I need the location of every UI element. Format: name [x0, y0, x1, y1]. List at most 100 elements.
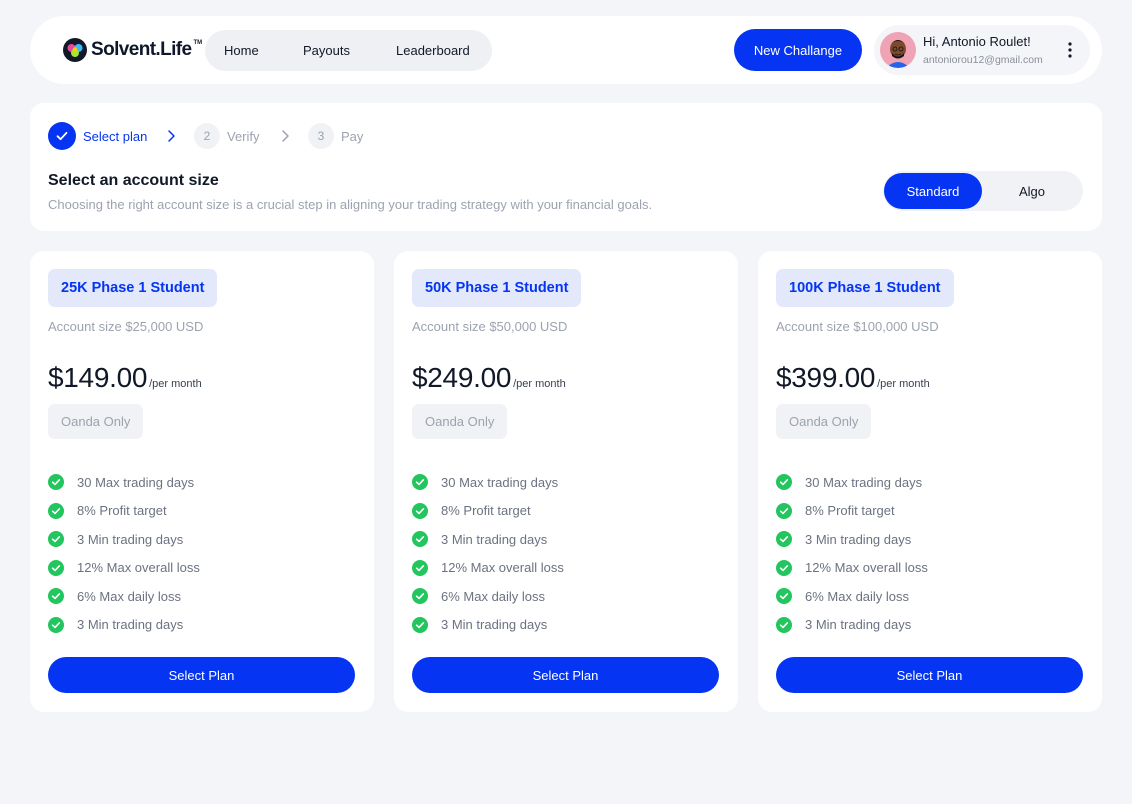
check-circle-icon: [48, 588, 64, 605]
feature-label: 12% Max overall loss: [77, 560, 200, 576]
section-title: Select an account size: [48, 172, 219, 189]
list-item: 30 Max trading days: [48, 468, 200, 497]
plan-card-50k: 50K Phase 1 Student Account size $50,000…: [394, 251, 738, 712]
check-circle-icon: [412, 531, 428, 548]
main-nav: Home Payouts Leaderboard: [205, 30, 492, 71]
feature-label: 6% Max daily loss: [805, 588, 910, 604]
account-size: Account size $100,000 USD: [776, 319, 939, 334]
list-item: 30 Max trading days: [412, 468, 564, 497]
new-challenge-button[interactable]: New Challange: [734, 29, 862, 71]
list-item: 12% Max overall loss: [48, 554, 200, 583]
check-circle-icon: [776, 502, 792, 519]
check-circle-icon: [412, 474, 428, 491]
list-item: 3 Min trading days: [48, 525, 200, 554]
list-item: 6% Max daily loss: [48, 582, 200, 611]
feature-label: 3 Min trading days: [441, 531, 548, 547]
check-circle-icon: [48, 531, 64, 548]
plan-price: $149.00: [48, 362, 148, 393]
nav-item-payouts[interactable]: Payouts: [303, 43, 350, 58]
plan-card-100k: 100K Phase 1 Student Account size $100,0…: [758, 251, 1102, 712]
check-icon: [48, 122, 76, 150]
check-circle-icon: [48, 474, 64, 491]
step-number: 2: [194, 123, 220, 149]
price-row: $399.00 /per month: [776, 362, 930, 394]
check-circle-icon: [776, 474, 792, 491]
list-item: 6% Max daily loss: [776, 582, 928, 611]
broker-chip: Oanda Only: [776, 404, 872, 439]
list-item: 3 Min trading days: [776, 525, 928, 554]
select-plan-button[interactable]: Select Plan: [412, 657, 719, 693]
brand-logo[interactable]: Solvent.Life TM: [63, 38, 202, 62]
select-plan-button[interactable]: Select Plan: [776, 657, 1083, 693]
feature-label: 30 Max trading days: [441, 474, 559, 490]
feature-label: 3 Min trading days: [77, 617, 184, 633]
kebab-menu-icon[interactable]: [1064, 41, 1076, 59]
feature-label: 12% Max overall loss: [441, 560, 564, 576]
check-circle-icon: [412, 502, 428, 519]
user-email: antoniorou12@gmail.com: [923, 54, 1043, 66]
feature-label: 30 Max trading days: [77, 474, 195, 490]
list-item: 6% Max daily loss: [412, 582, 564, 611]
feature-label: 6% Max daily loss: [77, 588, 182, 604]
step-pay[interactable]: 3 Pay: [308, 123, 363, 149]
step-select-plan[interactable]: Select plan: [48, 122, 147, 150]
check-circle-icon: [776, 559, 792, 576]
check-circle-icon: [776, 616, 792, 633]
list-item: 3 Min trading days: [412, 525, 564, 554]
user-profile[interactable]: Hi, Antonio Roulet! antoniorou12@gmail.c…: [874, 25, 1090, 75]
step-verify[interactable]: 2 Verify: [194, 123, 260, 149]
plan-name: 100K Phase 1 Student: [776, 269, 954, 307]
chevron-right-icon: [168, 130, 175, 142]
list-item: 3 Min trading days: [776, 611, 928, 640]
list-item: 8% Profit target: [48, 497, 200, 526]
feature-label: 30 Max trading days: [805, 474, 923, 490]
toggle-standard[interactable]: Standard: [884, 173, 982, 209]
price-period: /per month: [149, 378, 202, 390]
plan-type-toggle: Standard Algo: [883, 171, 1083, 211]
feature-list: 30 Max trading days 8% Profit target 3 M…: [48, 468, 200, 639]
step-label: Select plan: [83, 128, 148, 144]
step-label: Verify: [227, 128, 260, 144]
top-header: Solvent.Life TM Home Payouts Leaderboard…: [30, 16, 1102, 84]
nav-item-leaderboard[interactable]: Leaderboard: [396, 43, 470, 58]
broker-chip: Oanda Only: [412, 404, 508, 439]
plan-price: $399.00: [776, 362, 876, 393]
feature-label: 3 Min trading days: [805, 617, 912, 633]
check-circle-icon: [412, 588, 428, 605]
plan-name: 50K Phase 1 Student: [412, 269, 582, 307]
check-circle-icon: [412, 559, 428, 576]
step-number: 3: [308, 123, 334, 149]
chevron-right-icon: [282, 130, 289, 142]
select-plan-button[interactable]: Select Plan: [48, 657, 355, 693]
plan-card-25k: 25K Phase 1 Student Account size $25,000…: [30, 251, 374, 712]
price-period: /per month: [513, 378, 566, 390]
feature-label: 3 Min trading days: [441, 617, 548, 633]
check-circle-icon: [776, 531, 792, 548]
check-circle-icon: [776, 588, 792, 605]
price-row: $249.00 /per month: [412, 362, 566, 394]
list-item: 3 Min trading days: [412, 611, 564, 640]
list-item: 8% Profit target: [412, 497, 564, 526]
feature-list: 30 Max trading days 8% Profit target 3 M…: [776, 468, 928, 639]
feature-label: 3 Min trading days: [805, 531, 912, 547]
section-description: Choosing the right account size is a cru…: [48, 197, 653, 212]
account-size: Account size $50,000 USD: [412, 319, 568, 334]
list-item: 3 Min trading days: [48, 611, 200, 640]
check-circle-icon: [412, 616, 428, 633]
feature-label: 12% Max overall loss: [805, 560, 928, 576]
avatar-illustration: [880, 32, 916, 68]
toggle-algo[interactable]: Algo: [983, 173, 1081, 209]
list-item: 8% Profit target: [776, 497, 928, 526]
plan-name: 25K Phase 1 Student: [48, 269, 218, 307]
check-circle-icon: [48, 559, 64, 576]
check-circle-icon: [48, 616, 64, 633]
check-circle-icon: [48, 502, 64, 519]
brand-trademark: TM: [193, 40, 203, 46]
plan-selection-panel: Select plan 2 Verify 3 Pay Select an acc…: [30, 103, 1102, 231]
list-item: 12% Max overall loss: [776, 554, 928, 583]
feature-label: 6% Max daily loss: [441, 588, 546, 604]
price-period: /per month: [877, 378, 930, 390]
list-item: 30 Max trading days: [776, 468, 928, 497]
nav-item-home[interactable]: Home: [224, 43, 259, 58]
feature-label: 3 Min trading days: [77, 531, 184, 547]
